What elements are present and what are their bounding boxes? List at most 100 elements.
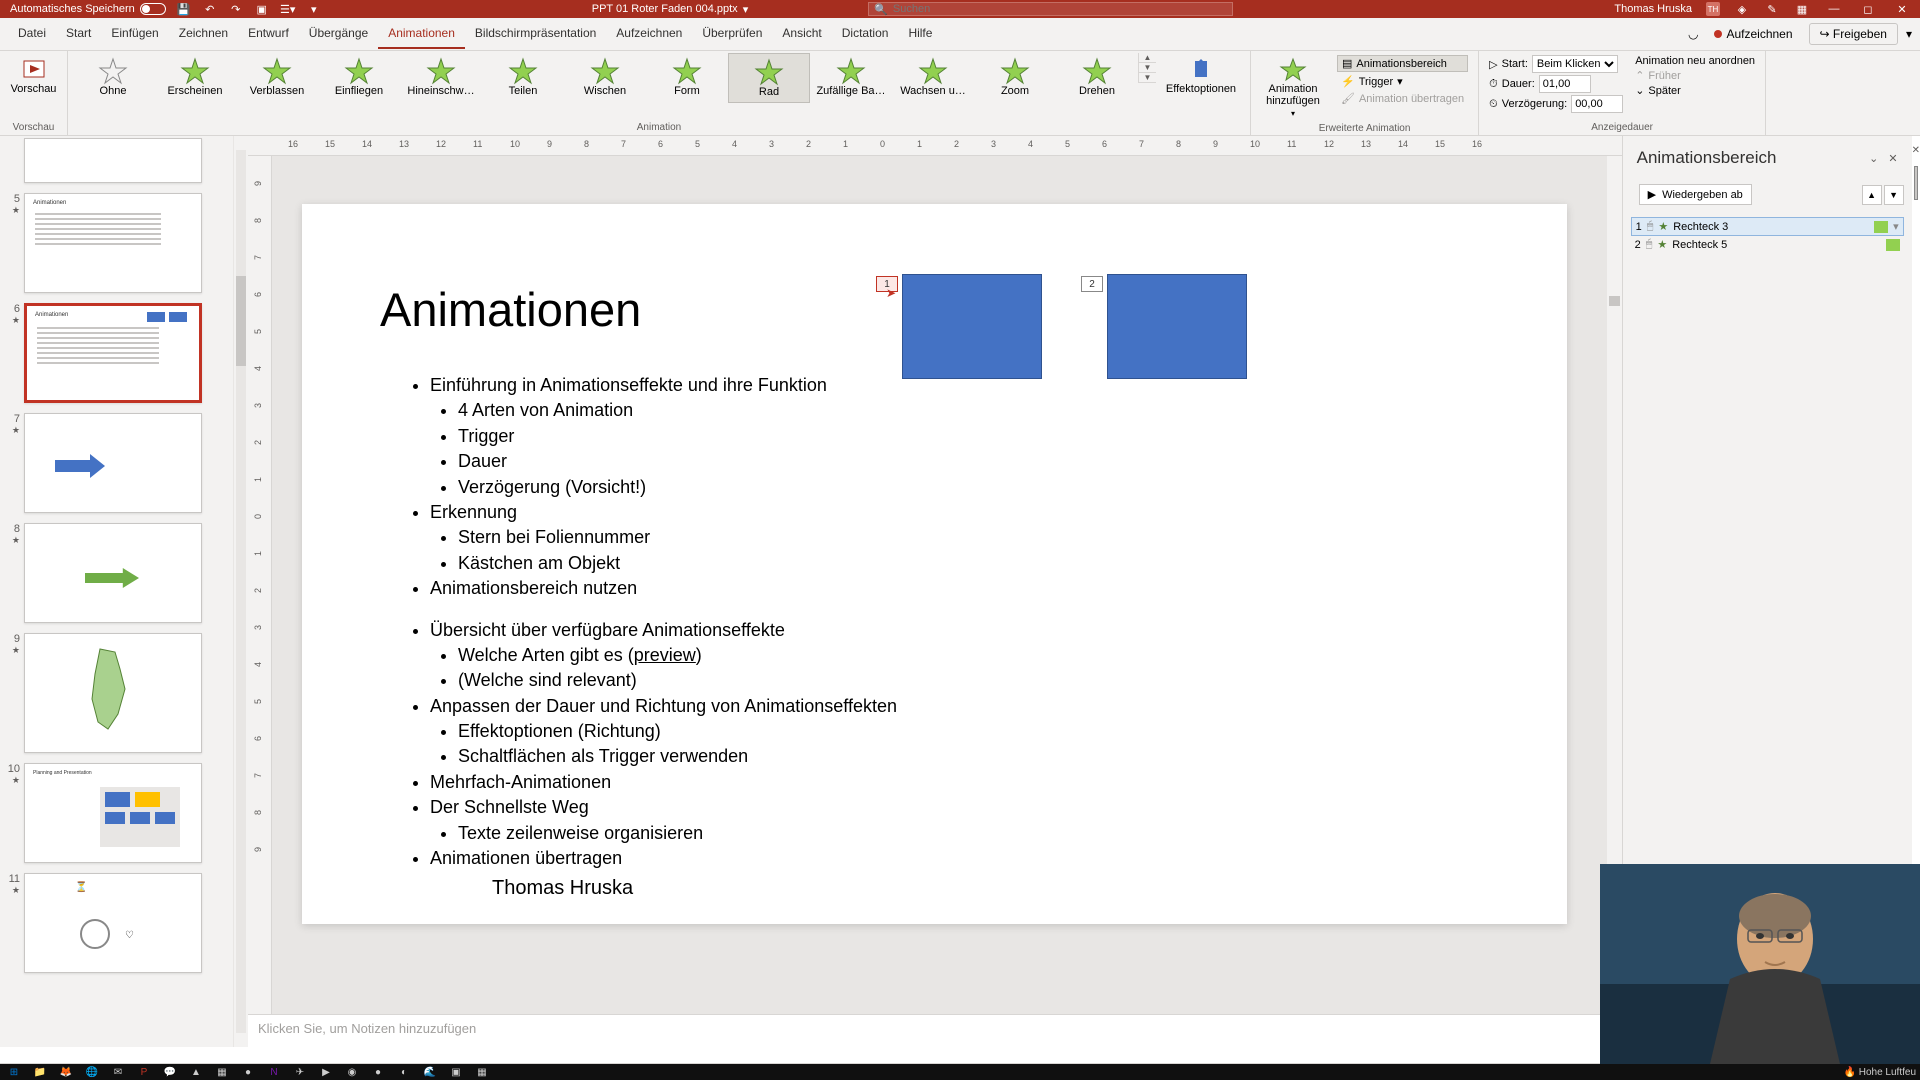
qat-more-icon[interactable]: ▾ — [306, 1, 322, 17]
slide-author[interactable]: Thomas Hruska — [492, 877, 633, 900]
play-from-button[interactable]: ▶ Wiedergeben ab — [1639, 184, 1752, 205]
rectangle-3[interactable] — [902, 274, 1042, 379]
trigger-button[interactable]: ⚡ Trigger ▾ — [1337, 74, 1468, 89]
tab-datei[interactable]: Datei — [8, 19, 56, 49]
tab-entwurf[interactable]: Entwurf — [238, 19, 299, 49]
anim-effect-7[interactable]: Form — [646, 53, 728, 103]
start-select[interactable]: Beim Klicken — [1532, 55, 1618, 73]
anim-tag-2[interactable]: 2 — [1081, 276, 1103, 292]
search-box[interactable]: 🔍 — [868, 2, 1233, 16]
tab-bildschirmpräsentation[interactable]: Bildschirmpräsentation — [465, 19, 606, 49]
telegram-icon[interactable]: ✈ — [290, 1065, 310, 1079]
filename[interactable]: PPT 01 Roter Faden 004.pptx▾ — [592, 3, 748, 16]
anim-effect-0[interactable]: Ohne — [72, 53, 154, 103]
effect-options-button[interactable]: Effektoptionen — [1156, 53, 1246, 99]
tab-zeichnen[interactable]: Zeichnen — [169, 19, 238, 49]
pane-close-icon[interactable]: ✕ — [1888, 152, 1897, 165]
anim-effect-12[interactable]: Drehen — [1056, 53, 1138, 103]
animation-painter-button[interactable]: 🖌 Animation übertragen — [1337, 91, 1468, 106]
anim-effect-11[interactable]: Zoom — [974, 53, 1056, 103]
anim-item-1[interactable]: 1🖱★Rechteck 3▾ — [1631, 217, 1904, 236]
preview-button[interactable]: Vorschau — [4, 53, 63, 99]
add-animation-button[interactable]: Animation hinzufügen▾ — [1255, 53, 1331, 122]
search-input[interactable] — [893, 3, 1227, 15]
clouddoc-icon[interactable]: ◈ — [1734, 1, 1750, 17]
present-icon[interactable]: ▣ — [254, 1, 270, 17]
app-icon[interactable]: 💬 — [160, 1065, 180, 1079]
share-button[interactable]: ↪ Freigeben — [1809, 23, 1898, 45]
explorer-icon[interactable]: 📁 — [30, 1065, 50, 1079]
thumbnail-partial[interactable] — [4, 138, 225, 183]
autosave-toggle[interactable]: Automatisches Speichern — [10, 3, 166, 15]
move-later-button[interactable]: ⌄ Später — [1635, 84, 1755, 97]
thumbnail-9[interactable]: 9★ — [4, 633, 225, 753]
anim-effect-3[interactable]: Einfliegen — [318, 53, 400, 103]
anim-move-up-icon[interactable]: ▲ — [1862, 185, 1882, 205]
gallery-up-icon[interactable]: ▲ — [1139, 53, 1156, 63]
anim-effect-10[interactable]: Wachsen u… — [892, 53, 974, 103]
share-dropdown-icon[interactable]: ▾ — [1906, 27, 1912, 41]
app4-icon[interactable]: ▶ — [316, 1065, 336, 1079]
animation-pane-button[interactable]: ▤ Animationsbereich — [1337, 55, 1468, 72]
tab-hilfe[interactable]: Hilfe — [898, 19, 942, 49]
username[interactable]: Thomas Hruska — [1614, 3, 1692, 15]
tab-überprüfen[interactable]: Überprüfen — [692, 19, 772, 49]
obs-icon[interactable]: ◉ — [342, 1065, 362, 1079]
gallery-more-icon[interactable]: ▼ — [1139, 73, 1156, 83]
side-tab-anim-icon[interactable] — [1914, 166, 1918, 200]
onenote-icon[interactable]: N — [264, 1065, 284, 1079]
avatar[interactable]: TH — [1706, 2, 1720, 16]
redo-icon[interactable]: ↷ — [228, 1, 244, 17]
chrome-icon[interactable]: 🌐 — [82, 1065, 102, 1079]
pen-icon[interactable]: ✎ — [1764, 1, 1780, 17]
maximize-button[interactable]: ◻ — [1858, 3, 1878, 16]
tab-animationen[interactable]: Animationen — [378, 19, 465, 49]
weather-widget[interactable]: 🔥 Hohe Luftfeu — [1844, 1067, 1917, 1078]
minimize-button[interactable]: — — [1824, 3, 1844, 15]
delay-input[interactable]: 00,00 — [1571, 95, 1623, 113]
outlook-icon[interactable]: ✉ — [108, 1065, 128, 1079]
anim-effect-2[interactable]: Verblassen — [236, 53, 318, 103]
firefox-icon[interactable]: 🦊 — [56, 1065, 76, 1079]
undo-icon[interactable]: ↶ — [202, 1, 218, 17]
slide-body[interactable]: Einführung in Animationseffekte und ihre… — [402, 372, 897, 872]
anim-effect-8[interactable]: Rad — [728, 53, 810, 103]
start-button[interactable]: ⊞ — [4, 1065, 24, 1079]
anim-effect-4[interactable]: Hineinschw… — [400, 53, 482, 103]
app8-icon[interactable]: ▦ — [472, 1065, 492, 1079]
anim-item-2[interactable]: 2🖱★Rechteck 5 — [1631, 236, 1904, 253]
touch-icon[interactable]: ☰▾ — [280, 1, 296, 17]
app3-icon[interactable]: ● — [238, 1065, 258, 1079]
anim-effect-1[interactable]: Erscheinen — [154, 53, 236, 103]
move-earlier-button[interactable]: ⌃ Früher — [1635, 69, 1755, 82]
window-icon[interactable]: ▦ — [1794, 1, 1810, 17]
record-button[interactable]: Aufzeichnen — [1706, 24, 1800, 44]
close-button[interactable]: ✕ — [1892, 3, 1912, 16]
edge-icon[interactable]: 🌊 — [420, 1065, 440, 1079]
tab-start[interactable]: Start — [56, 19, 101, 49]
thumbnail-6[interactable]: 6★Animationen — [4, 303, 225, 403]
duration-input[interactable]: 01,00 — [1539, 75, 1591, 93]
notes-area[interactable]: Klicken Sie, um Notizen hinzuzufügen — [248, 1014, 1622, 1047]
slide-canvas[interactable]: Animationen Einführung in Animationseffe… — [302, 204, 1567, 924]
tab-aufzeichnen[interactable]: Aufzeichnen — [606, 19, 692, 49]
gallery-down-icon[interactable]: ▼ — [1139, 63, 1156, 73]
app6-icon[interactable]: ◐ — [394, 1065, 414, 1079]
rectangle-5[interactable] — [1107, 274, 1247, 379]
thumbnail-7[interactable]: 7★ — [4, 413, 225, 513]
save-icon[interactable]: 💾 — [176, 1, 192, 17]
powerpoint-icon[interactable]: P — [134, 1065, 154, 1079]
tab-ansicht[interactable]: Ansicht — [772, 19, 831, 49]
thumbnail-10[interactable]: 10★Planning and Presentation — [4, 763, 225, 863]
app5-icon[interactable]: ● — [368, 1065, 388, 1079]
anim-effect-6[interactable]: Wischen — [564, 53, 646, 103]
anim-effect-9[interactable]: Zufällige Ba… — [810, 53, 892, 103]
pane-options-icon[interactable]: ⌄ — [1869, 152, 1878, 165]
app2-icon[interactable]: ▦ — [212, 1065, 232, 1079]
anim-move-down-icon[interactable]: ▼ — [1884, 185, 1904, 205]
tab-dictation[interactable]: Dictation — [832, 19, 899, 49]
thumbnail-5[interactable]: 5★Animationen — [4, 193, 225, 293]
ribbon-collapse-icon[interactable]: ◡ — [1688, 27, 1698, 41]
slide-title[interactable]: Animationen — [380, 282, 641, 337]
thumbnails-scrollbar[interactable] — [233, 136, 248, 1047]
